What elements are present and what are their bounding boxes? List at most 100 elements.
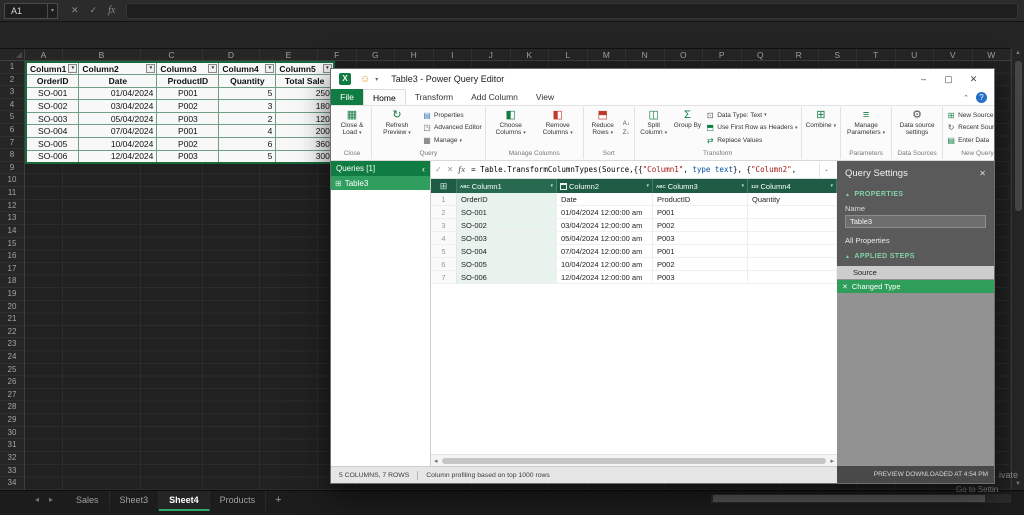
column-header-l[interactable]: L — [549, 49, 588, 60]
row-header-23[interactable]: 23 — [0, 338, 24, 352]
delete-step-icon[interactable]: ✕ — [842, 283, 848, 291]
filter-dropdown-icon[interactable]: ▾ — [550, 183, 553, 189]
filter-dropdown-icon[interactable]: ▾ — [208, 64, 218, 73]
row-header-31[interactable]: 31 — [0, 439, 24, 452]
column-header-o[interactable]: O — [665, 49, 703, 60]
filter-dropdown-icon[interactable]: ▾ — [741, 183, 744, 189]
ribbon-button-split-column[interactable]: ◫ Split Column ▾ — [637, 107, 671, 149]
column-header-q[interactable]: Q — [742, 49, 780, 60]
row-header-4[interactable]: 4 — [0, 99, 24, 112]
pq-column-header-column4[interactable]: 123 Column4 ▾ — [748, 179, 837, 193]
data-cell[interactable]: P001 — [156, 124, 220, 139]
pq-cell[interactable] — [748, 232, 837, 245]
all-properties-link[interactable]: All Properties — [837, 228, 994, 247]
column-header-f[interactable]: F — [318, 49, 357, 60]
query-item-table3[interactable]: ⊞ Table3 — [331, 176, 430, 190]
pq-cell[interactable]: P003 — [653, 271, 748, 284]
ribbon-button-manage-parameters[interactable]: ≡ Manage Parameters ▾ — [843, 107, 889, 149]
pq-cell[interactable] — [748, 219, 837, 232]
pq-row-number[interactable]: 6 — [431, 258, 457, 271]
pq-row-number[interactable]: 7 — [431, 271, 457, 284]
pq-cell[interactable]: 07/04/2024 12:00:00 am — [557, 245, 653, 258]
filter-header-cell[interactable]: Column4 ▾ — [218, 61, 277, 76]
pq-cell[interactable]: 12/04/2024 12:00:00 am — [557, 271, 653, 284]
sheet-tab-sheet4[interactable]: Sheet4 — [159, 491, 210, 511]
scroll-right-icon[interactable]: ▸ — [830, 457, 834, 465]
row-header-29[interactable]: 29 — [0, 414, 24, 427]
row-header-10[interactable]: 10 — [0, 174, 24, 188]
header-cell[interactable]: Quantity — [218, 74, 277, 88]
collapse-pane-icon[interactable]: ‹ — [422, 164, 425, 174]
filter-header-cell[interactable]: Column2 ▾ — [78, 61, 158, 76]
data-cell[interactable]: 03/04/2024 — [78, 99, 158, 113]
data-cell[interactable]: 3 — [218, 99, 277, 113]
pq-cell[interactable]: P002 — [653, 219, 748, 232]
row-header-19[interactable]: 19 — [0, 288, 24, 301]
row-header-1[interactable]: 1 — [0, 61, 24, 74]
menu-tab-add-column[interactable]: Add Column — [462, 89, 527, 105]
row-header-22[interactable]: 22 — [0, 326, 24, 339]
pq-cell[interactable] — [748, 271, 837, 284]
row-header-28[interactable]: 28 — [0, 401, 24, 415]
column-header-a[interactable]: A — [25, 49, 63, 60]
ribbon-button-choose-columns[interactable]: ◧ Choose Columns ▾ — [488, 107, 534, 149]
pq-cell[interactable]: SO-002 — [457, 219, 557, 232]
pq-row-number[interactable]: 4 — [431, 232, 457, 245]
data-cell[interactable]: 200 — [275, 124, 335, 139]
pq-row-number[interactable]: 2 — [431, 206, 457, 219]
filter-dropdown-icon[interactable]: ▾ — [830, 183, 833, 189]
pq-cell[interactable]: SO-005 — [457, 258, 557, 271]
pq-cell[interactable]: SO-004 — [457, 245, 557, 258]
applied-step-changed-type[interactable]: ✕ Changed Type — [837, 280, 994, 293]
data-cell[interactable]: 12/04/2024 — [78, 149, 158, 164]
row-header-33[interactable]: 33 — [0, 465, 24, 478]
row-header-12[interactable]: 12 — [0, 200, 24, 213]
pq-column-header-column3[interactable]: ABC Column3 ▾ — [653, 179, 748, 193]
row-header-21[interactable]: 21 — [0, 313, 24, 326]
pq-cell[interactable]: OrderID — [457, 193, 557, 206]
vertical-scrollbar[interactable]: ▲ ▼ — [1011, 48, 1024, 490]
pq-column-header-column2[interactable]: Column2 ▾ — [557, 179, 653, 193]
chevron-down-icon[interactable]: ▾ — [46, 3, 57, 18]
column-header-r[interactable]: R — [780, 49, 819, 60]
menu-tab-home[interactable]: Home — [363, 89, 406, 105]
column-header-d[interactable]: D — [203, 49, 260, 60]
ribbon-button-advanced-editor[interactable]: ◳ Advanced Editor — [422, 122, 481, 133]
header-cell[interactable]: ProductID — [156, 74, 220, 88]
pq-row-number[interactable]: 1 — [431, 193, 457, 206]
pq-row-number[interactable]: 5 — [431, 245, 457, 258]
row-header-17[interactable]: 17 — [0, 263, 24, 276]
row-header-14[interactable]: 14 — [0, 225, 24, 238]
ribbon-button-refresh-preview[interactable]: ↻ Refresh Preview ▾ — [374, 107, 420, 149]
pq-cell[interactable]: P001 — [653, 206, 748, 219]
ribbon-button-sort-asc[interactable]: A↓ — [623, 121, 630, 127]
data-cell[interactable]: 5 — [218, 86, 277, 101]
column-header-b[interactable]: B — [63, 49, 141, 60]
sheet-nav-right-icon[interactable]: ▸ — [44, 491, 58, 509]
query-name-input[interactable]: Table3 — [845, 215, 986, 228]
name-box[interactable]: A1 ▾ — [4, 2, 58, 19]
pq-row-number[interactable]: 3 — [431, 219, 457, 232]
data-cell[interactable]: SO-002 — [25, 99, 80, 113]
check-icon[interactable]: ✓ — [435, 165, 442, 174]
ribbon-button-remove-columns[interactable]: ◧ Remove Columns ▾ — [535, 107, 581, 149]
pq-cell[interactable]: 10/04/2024 12:00:00 am — [557, 258, 653, 271]
properties-section-header[interactable]: ▲ PROPERTIES — [837, 185, 994, 201]
column-header-k[interactable]: K — [511, 49, 549, 60]
add-sheet-button[interactable]: + — [266, 491, 290, 509]
minimize-button[interactable]: – — [911, 69, 936, 89]
row-header-30[interactable]: 30 — [0, 427, 24, 440]
column-header-i[interactable]: I — [434, 49, 472, 60]
row-header-6[interactable]: 6 — [0, 124, 24, 137]
applied-step-source[interactable]: Source — [837, 266, 994, 279]
fx-icon[interactable]: fx — [108, 5, 115, 16]
sheet-tab-sheet3[interactable]: Sheet3 — [110, 491, 160, 511]
column-header-g[interactable]: G — [357, 49, 395, 60]
menu-tab-file[interactable]: File — [331, 89, 363, 105]
status-profiling[interactable]: Column profiling based on top 1000 rows — [426, 472, 550, 479]
column-header-w[interactable]: W — [973, 49, 1011, 60]
pq-cell[interactable]: 05/04/2024 12:00:00 am — [557, 232, 653, 245]
data-cell[interactable]: 10/04/2024 — [78, 137, 158, 151]
ribbon-button-new-source[interactable]: ⊞New Source▾ — [946, 110, 994, 121]
table-icon[interactable]: ⊞ — [431, 179, 457, 193]
